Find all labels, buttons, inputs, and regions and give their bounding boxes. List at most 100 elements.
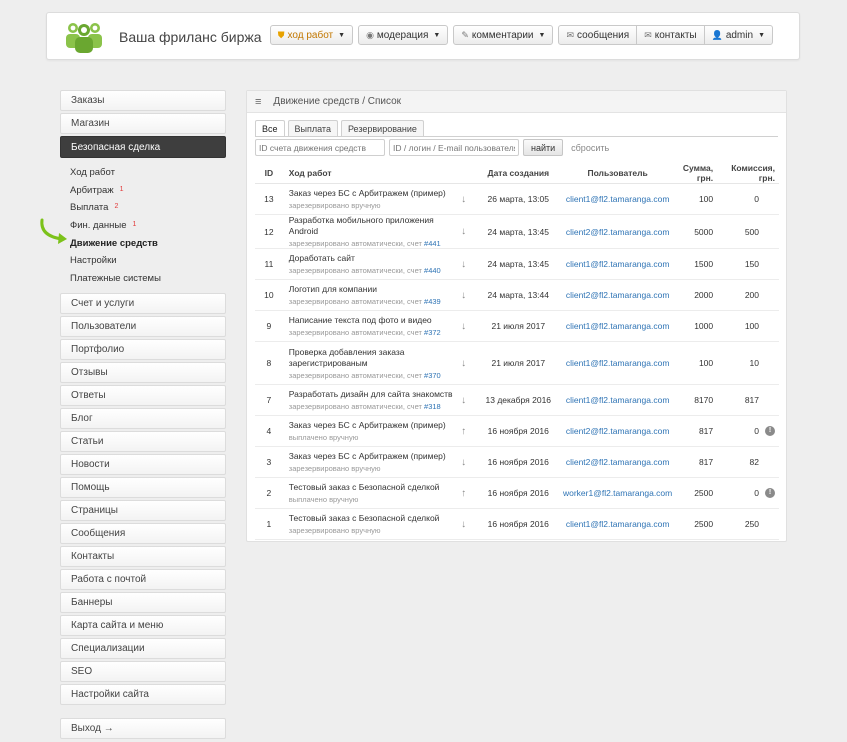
row-commission: 100 — [717, 310, 779, 342]
sidebar-item[interactable]: Магазин — [60, 113, 226, 134]
sidebar-item[interactable]: Работа с почтой — [60, 569, 226, 591]
site-header: Ваша фриланс биржа ⛊ ход работ ▼ ◉ модер… — [46, 12, 800, 60]
row-sum: 1000 — [672, 310, 718, 342]
row-work: Разработка мобильного приложения Android… — [282, 214, 454, 249]
subnav-item[interactable]: Выплата 2 — [70, 199, 226, 217]
subnav-item[interactable]: Арбитраж 1 — [70, 182, 226, 200]
sidebar-item-safe-deal[interactable]: Безопасная сделка — [60, 136, 226, 158]
user-email-link[interactable]: client1@fl2.tamaranga.com — [566, 321, 670, 331]
sidebar-item[interactable]: Страницы — [60, 500, 226, 522]
arrow-up-icon: ↑ — [461, 425, 467, 437]
site-title[interactable]: Ваша фриланс биржа — [119, 29, 262, 45]
sidebar-item[interactable]: Счет и услуги — [60, 293, 226, 315]
invoice-link[interactable]: #439 — [424, 297, 441, 306]
subnav-item[interactable]: Движение средств — [70, 234, 226, 252]
logout-button[interactable]: Выход → — [60, 718, 226, 740]
sidebar-item[interactable]: Сообщения — [60, 523, 226, 545]
sidebar-item[interactable]: Настройки сайта — [60, 684, 226, 706]
sidebar-item[interactable]: Заказы — [60, 90, 226, 111]
logo-people-icon[interactable] — [61, 19, 107, 55]
user-email-link[interactable]: client2@fl2.tamaranga.com — [566, 290, 670, 300]
col-id[interactable]: ID — [255, 163, 283, 184]
sidebar: Заказы Магазин Безопасная сделка Ход рабо… — [60, 90, 226, 741]
user-search-input[interactable] — [389, 139, 519, 156]
contacts-button[interactable]: ✉ контакты — [636, 25, 705, 45]
user-email-link[interactable]: client2@fl2.tamaranga.com — [566, 227, 670, 237]
user-email-link[interactable]: worker1@fl2.tamaranga.com — [563, 488, 672, 498]
user-email-link[interactable]: client2@fl2.tamaranga.com — [566, 457, 670, 467]
tab-payout[interactable]: Выплата — [287, 120, 338, 136]
row-direction: ↓ — [453, 279, 474, 311]
sidebar-item[interactable]: Портфолио — [60, 339, 226, 361]
count-badge: 2 — [114, 203, 119, 211]
hamburger-menu-icon[interactable]: ≡ — [255, 96, 261, 108]
info-icon[interactable]: ! — [765, 488, 775, 498]
account-id-input[interactable] — [255, 139, 385, 156]
messages-button[interactable]: ✉ сообщения — [558, 25, 638, 45]
tab-reservation[interactable]: Резервирование — [340, 120, 424, 136]
sidebar-item[interactable]: Помощь — [60, 477, 226, 499]
subnav-item[interactable]: Платежные системы — [70, 270, 226, 288]
invoice-link[interactable]: #372 — [424, 328, 441, 337]
sidebar-item[interactable]: Контакты — [60, 546, 226, 568]
invoice-link[interactable]: #370 — [424, 371, 441, 380]
subnav-item[interactable]: Настройки — [70, 252, 226, 270]
reset-link[interactable]: сбросить — [571, 143, 609, 153]
row-direction: ↓ — [453, 183, 474, 215]
row-id: 8 — [255, 341, 283, 385]
row-direction: ↓ — [453, 508, 474, 540]
row-commission: 500 — [717, 214, 779, 249]
work-progress-dropdown[interactable]: ⛊ ход работ ▼ — [269, 25, 354, 45]
admin-dropdown[interactable]: 👤 admin ▼ — [703, 25, 773, 45]
table-row: 10 Логотип для компании зарезервировано ав… — [255, 279, 779, 311]
row-id: 11 — [255, 248, 283, 280]
work-status: зарезервировано вручную — [288, 526, 381, 535]
sidebar-item[interactable]: Отзывы — [60, 362, 226, 384]
subnav-item[interactable]: Ход работ — [70, 164, 226, 182]
row-user: client1@fl2.tamaranga.com — [562, 508, 673, 540]
row-user: client2@fl2.tamaranga.com — [562, 279, 673, 311]
moderation-dropdown[interactable]: ◉ модерация ▼ — [358, 25, 449, 45]
row-work: Заказ через БС с Арбитражем (пример) заре… — [282, 183, 454, 215]
arrow-down-icon: ↓ — [461, 193, 467, 205]
caret-down-icon: ▼ — [433, 31, 441, 39]
sidebar-item[interactable]: Карта сайта и меню — [60, 615, 226, 637]
user-email-link[interactable]: client1@fl2.tamaranga.com — [566, 395, 670, 405]
sidebar-item[interactable]: Блог — [60, 408, 226, 430]
sidebar-item[interactable]: Пользователи — [60, 316, 226, 338]
subnav-item-label: Движение средств — [70, 237, 158, 249]
sidebar-item[interactable]: SEO — [60, 661, 226, 683]
row-sum: 1500 — [672, 248, 718, 280]
row-sum: 2500 — [672, 477, 718, 509]
sidebar-item[interactable]: Ответы — [60, 385, 226, 407]
sidebar-item[interactable]: Специализации — [60, 638, 226, 660]
invoice-link[interactable]: #318 — [424, 402, 441, 411]
user-email-link[interactable]: client1@fl2.tamaranga.com — [566, 519, 670, 529]
work-status: зарезервировано автоматически, счет #372 — [288, 328, 441, 337]
user-email-link[interactable]: client2@fl2.tamaranga.com — [566, 426, 670, 436]
subnav-item[interactable]: Фин. данные 1 — [70, 217, 226, 235]
row-work: Проверка добавления заказа зарегистриров… — [282, 341, 454, 385]
work-title: Написание текста под фото и видео — [288, 315, 432, 325]
sidebar-item[interactable]: Статьи — [60, 431, 226, 453]
main-panel: ≡ Движение средств / Список Все Выплата … — [246, 90, 787, 542]
invoice-link[interactable]: #440 — [424, 266, 441, 275]
arrow-down-icon: ↓ — [461, 518, 467, 530]
tab-all[interactable]: Все — [255, 120, 285, 136]
row-date: 21 июля 2017 — [473, 341, 563, 385]
find-button[interactable]: найти — [523, 139, 564, 156]
invoice-link[interactable]: #441 — [424, 239, 441, 248]
row-user: client1@fl2.tamaranga.com — [562, 310, 673, 342]
row-commission: 82 — [717, 446, 779, 478]
info-icon[interactable]: ! — [765, 426, 775, 436]
row-id: 10 — [255, 279, 283, 311]
subnav-item-label: Выплата — [70, 202, 109, 214]
sidebar-item[interactable]: Новости — [60, 454, 226, 476]
comments-dropdown[interactable]: ✎ комментарии ▼ — [453, 25, 554, 45]
arrow-up-icon: ↑ — [461, 487, 467, 499]
user-email-link[interactable]: client1@fl2.tamaranga.com — [566, 259, 670, 269]
user-email-link[interactable]: client1@fl2.tamaranga.com — [566, 358, 670, 368]
work-status: выплачено вручную — [288, 433, 359, 442]
sidebar-item[interactable]: Баннеры — [60, 592, 226, 614]
user-email-link[interactable]: client1@fl2.tamaranga.com — [566, 194, 670, 204]
